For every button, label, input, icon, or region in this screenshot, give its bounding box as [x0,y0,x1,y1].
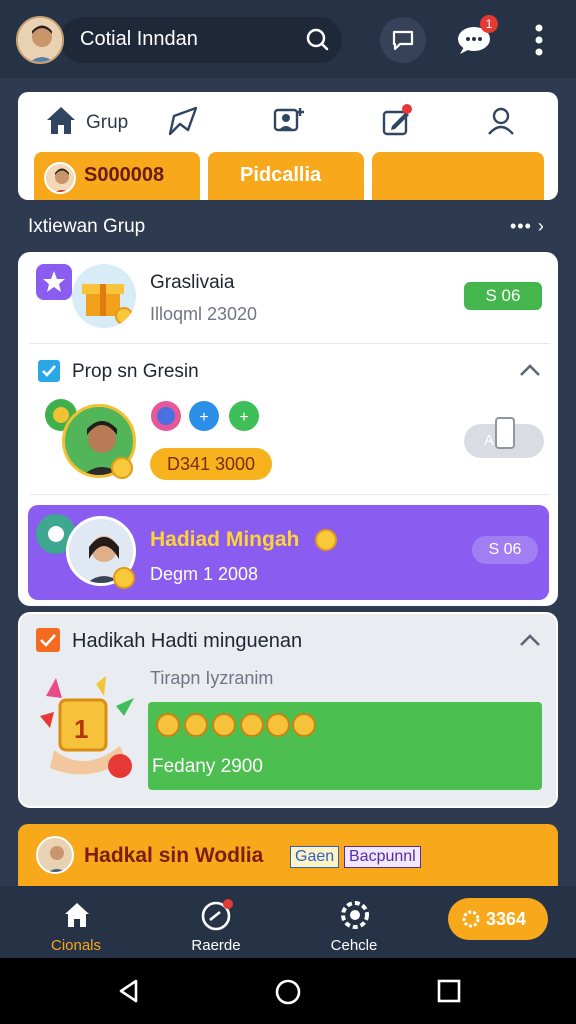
trophy-icon: 1 [36,676,136,784]
gear-icon [462,910,480,928]
trophy-number: 1 [74,714,89,744]
notification-badge: 1 [480,15,498,33]
checkbox[interactable] [36,628,60,652]
item-title: Prop sn Gresin [72,361,199,382]
section-title: Ixtiewan Grup [28,216,146,237]
amount-pill[interactable]: D341 3000 [150,448,272,480]
chat-icon [392,30,414,51]
tab-label: Pidcallia [240,164,322,186]
star-icon [36,264,72,300]
user-add-icon[interactable] [272,104,306,138]
coin-icon [315,529,337,551]
nav-item-label[interactable]: Raerde [184,937,248,954]
svg-text:+: + [239,409,248,426]
item-subtitle: Degm 1 2008 [150,564,259,584]
item-subtitle: Illoqml 23020 [150,304,258,324]
home-icon[interactable] [44,104,78,138]
divider [30,494,550,495]
coin-icon [113,567,135,589]
top-bar: Cotial Inndan 1 [0,0,576,78]
tab-empty[interactable] [372,152,544,200]
notifications-button[interactable]: 1 [452,15,498,63]
nav-item-label[interactable]: Cionals [44,937,108,954]
page-title: Cotial Inndan [80,28,198,50]
banner-tag[interactable]: Gaen [290,846,340,868]
more-vertical-icon[interactable] [524,20,554,60]
reward-label: Fedany 2900 [152,756,263,777]
coin-icon [111,457,133,479]
social-icons: + + [151,401,259,431]
chevron-up-icon[interactable] [518,632,542,648]
tab-balance[interactable]: S000008 [34,152,200,200]
settings-icon[interactable] [338,898,372,932]
profile-avatar[interactable] [16,16,64,64]
nav-item-label[interactable]: Cehcle [322,937,386,954]
section-more-button[interactable]: ••• › [510,216,545,237]
item-title: Hadiad Mingah [150,528,300,551]
mission-title: Hadikah Hadti minguenan [72,630,303,652]
gift-icon [72,264,136,328]
recents-icon[interactable] [436,978,462,1004]
search-icon[interactable] [304,26,330,52]
system-nav-bar [0,958,576,1024]
banner-tag[interactable]: Bacpunnl [344,846,421,868]
send-icon[interactable] [166,104,200,138]
tab-label: S000008 [84,164,165,186]
item-badge[interactable]: S 06 [464,282,542,310]
svg-text:+: + [199,409,208,426]
banner-text: Hadkal sin Wodlia [84,844,264,867]
checkbox[interactable] [38,360,60,382]
member-count-pill[interactable]: A 2 [464,417,544,458]
banner-avatar [36,836,74,874]
back-icon[interactable] [116,978,142,1004]
reward-coins-icon [156,713,316,737]
item-title: Graslivaia [150,272,235,293]
home-circle-icon[interactable] [274,978,302,1006]
tab-pidcallia[interactable]: Pidcallia [208,152,364,200]
person-icon[interactable] [484,104,518,138]
home-label: Grup [86,112,129,133]
coin-count: 3364 [486,909,527,929]
divider [30,343,550,344]
compass-icon[interactable] [200,898,234,932]
mission-subtitle: Tirapn Iyzranim [150,668,274,688]
home-icon[interactable] [62,900,92,930]
edit-icon[interactable] [380,104,414,138]
tab-avatar [44,162,76,194]
chevron-up-icon[interactable] [518,362,542,378]
messages-button[interactable] [380,17,426,63]
pill-label: A 2 [484,432,506,449]
coin-balance-button[interactable]: 3364 [448,898,548,940]
item-badge[interactable]: S 06 [472,536,538,564]
